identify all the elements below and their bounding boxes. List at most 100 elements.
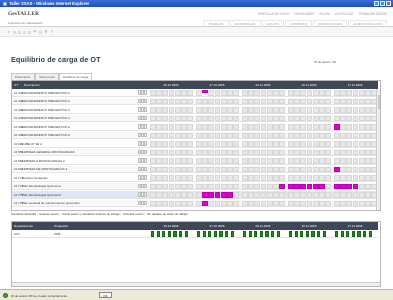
day-slot[interactable] [202,115,208,121]
day-slot[interactable] [174,192,181,198]
day-slot[interactable] [156,158,162,164]
day-slot[interactable] [346,132,353,138]
day-slot[interactable] [260,166,267,172]
day-slot[interactable] [156,149,162,155]
day-slot[interactable] [273,90,279,96]
day-slot[interactable] [202,98,208,104]
day-slot[interactable] [202,149,208,155]
scheduled-slot[interactable] [202,200,208,206]
day-slot[interactable] [312,158,319,164]
day-slot[interactable] [273,175,279,181]
day-slot[interactable] [168,132,175,138]
day-slot[interactable] [273,98,279,104]
day-slot[interactable] [202,175,208,181]
scheduled-slot[interactable] [300,183,307,189]
day-slot[interactable] [196,158,202,164]
day-slot[interactable] [288,166,294,172]
day-slot[interactable] [266,90,273,96]
day-slot[interactable] [150,158,156,164]
day-slot[interactable] [150,200,156,206]
day-slot[interactable] [266,149,273,155]
day-slot[interactable] [242,90,248,96]
scheduled-slot[interactable] [288,183,294,189]
day-slot[interactable] [319,175,325,181]
day-slot[interactable] [187,158,193,164]
day-slot[interactable] [156,124,162,130]
day-slot[interactable] [208,132,215,138]
day-slot[interactable] [208,149,215,155]
day-slot[interactable] [220,166,227,172]
day-slot[interactable] [254,124,261,130]
day-slot[interactable] [168,107,175,113]
scheduled-slot[interactable] [279,183,285,189]
day-slot[interactable] [196,107,202,113]
day-slot[interactable] [168,192,175,198]
day-slot[interactable] [233,115,239,121]
scheduled-slot[interactable] [306,183,313,189]
day-slot[interactable] [181,132,187,138]
day-slot[interactable] [294,90,300,96]
day-slot[interactable] [312,132,319,138]
day-slot[interactable] [325,183,331,189]
day-slot[interactable] [214,90,221,96]
day-slot[interactable] [325,90,331,96]
day-slot[interactable] [202,107,208,113]
day-slot[interactable] [365,175,371,181]
day-slot[interactable] [346,175,353,181]
day-slot[interactable] [220,132,227,138]
day-slot[interactable] [300,107,307,113]
day-slot[interactable] [340,124,346,130]
day-slot[interactable] [273,183,279,189]
day-slot[interactable] [254,98,261,104]
scheduled-slot[interactable] [227,192,233,198]
day-slot[interactable] [260,115,267,121]
day-slot[interactable] [208,158,215,164]
day-slot[interactable] [248,141,254,147]
day-slot[interactable] [208,141,215,147]
cancel-session-link[interactable]: Cancelar sesión [123,212,144,216]
shift-more-button[interactable] [144,183,147,189]
table-row[interactable]: 10 448 MANTENIMIENTO PREVENTIVO A [12,123,378,131]
day-slot[interactable] [162,183,169,189]
table-row[interactable]: 10 771 Revisión de Equipo [12,174,378,182]
day-slot[interactable] [233,124,239,130]
day-slot[interactable] [352,107,359,113]
help-icon[interactable]: ? [50,30,54,34]
day-slot[interactable] [306,141,313,147]
day-slot[interactable] [150,90,156,96]
day-slot[interactable] [294,132,300,138]
day-slot[interactable] [334,90,340,96]
day-slot[interactable] [150,141,156,147]
day-slot[interactable] [233,149,239,155]
day-slot[interactable] [279,200,285,206]
day-slot[interactable] [319,192,325,198]
day-slot[interactable] [214,175,221,181]
save-session-link[interactable]: Guardar sesión [39,212,59,216]
day-slot[interactable] [162,141,169,147]
day-slot[interactable] [358,115,365,121]
day-slot[interactable] [156,141,162,147]
day-slot[interactable] [294,200,300,206]
day-slot[interactable] [156,183,162,189]
day-slot[interactable] [365,107,371,113]
day-slot[interactable] [365,98,371,104]
day-slot[interactable] [156,166,162,172]
day-slot[interactable] [306,175,313,181]
day-slot[interactable] [242,132,248,138]
minimize-icon[interactable] [374,1,379,6]
day-slot[interactable] [358,149,365,155]
day-slot[interactable] [294,98,300,104]
day-slot[interactable] [294,115,300,121]
day-slot[interactable] [340,158,346,164]
day-slot[interactable] [273,166,279,172]
day-slot[interactable] [214,115,221,121]
horizontal-scrollbar[interactable] [12,282,380,286]
day-slot[interactable] [273,200,279,206]
shift-more-button[interactable] [144,90,147,95]
day-slot[interactable] [150,107,156,113]
shift-more-button[interactable] [144,166,147,172]
day-slot[interactable] [214,183,221,189]
day-slot[interactable] [214,132,221,138]
day-slot[interactable] [365,115,371,121]
day-slot[interactable] [168,124,175,130]
